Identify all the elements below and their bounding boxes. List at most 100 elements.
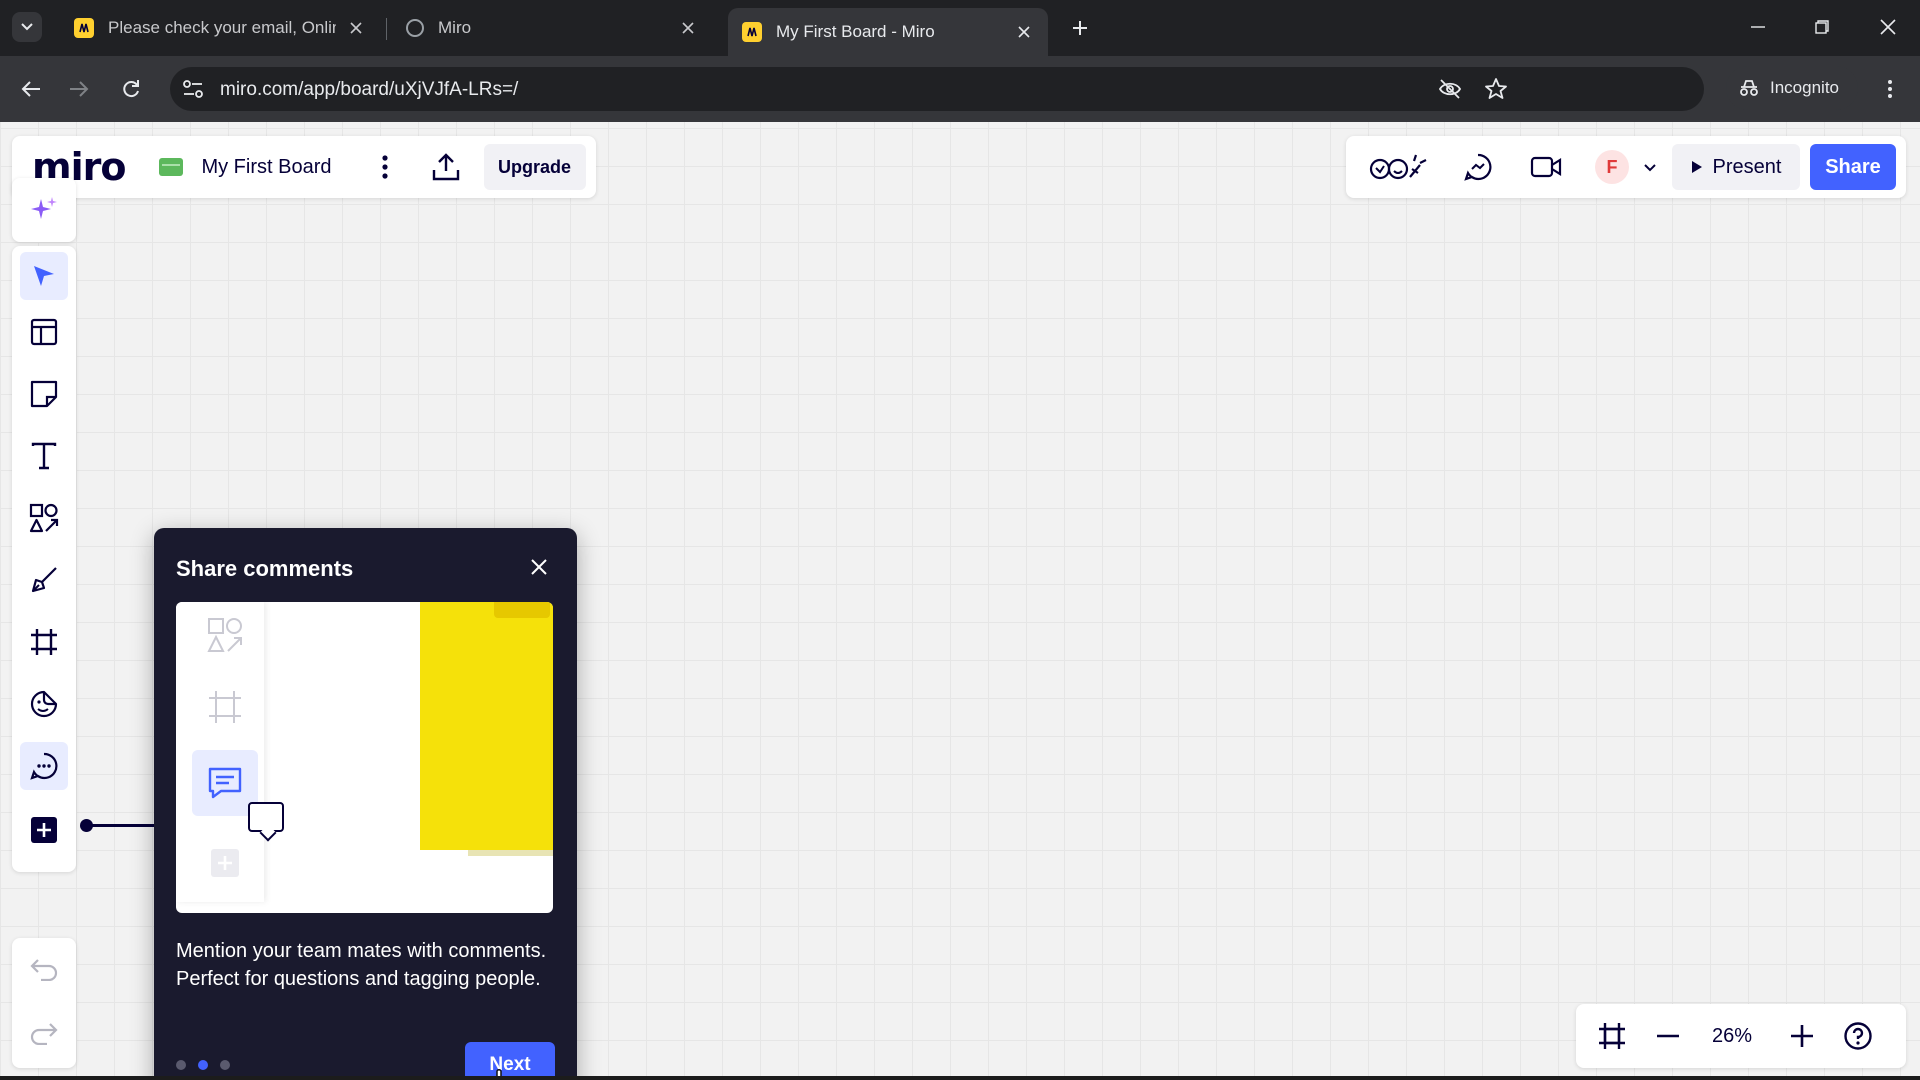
video-call-button[interactable] bbox=[1526, 147, 1566, 187]
tab-title: Please check your email, Online bbox=[108, 18, 336, 37]
browser-menu-button[interactable] bbox=[1878, 76, 1902, 102]
zoom-level[interactable]: 26% bbox=[1690, 1014, 1774, 1058]
browser-tab-2[interactable]: Miro bbox=[392, 8, 712, 48]
close-popover-button[interactable] bbox=[524, 552, 554, 582]
redo-icon bbox=[30, 1023, 58, 1045]
undo-icon bbox=[30, 959, 58, 981]
sparkle-icon bbox=[31, 197, 57, 219]
incognito-badge[interactable]: Incognito bbox=[1726, 66, 1858, 110]
tab-separator bbox=[386, 18, 387, 40]
close-tab-icon[interactable] bbox=[1014, 22, 1034, 42]
plus-icon bbox=[1791, 1025, 1813, 1047]
sticky-note-tool[interactable] bbox=[20, 370, 68, 418]
upgrade-button[interactable]: Upgrade bbox=[483, 144, 586, 190]
close-tab-icon[interactable] bbox=[678, 18, 698, 38]
eye-slash-icon[interactable] bbox=[1438, 78, 1462, 100]
minimize-button[interactable] bbox=[1738, 10, 1778, 44]
browser-tab-3[interactable]: My First Board - Miro bbox=[728, 8, 1048, 56]
restore-button[interactable] bbox=[1802, 10, 1842, 44]
restore-icon bbox=[1815, 20, 1829, 34]
frame-tool[interactable] bbox=[20, 618, 68, 666]
shapes-tool[interactable] bbox=[20, 494, 68, 542]
chevron-down-icon bbox=[1644, 163, 1656, 171]
ai-assist-button[interactable] bbox=[20, 186, 68, 234]
zoom-out-button[interactable] bbox=[1646, 1014, 1690, 1058]
frame-icon bbox=[192, 674, 258, 740]
tab-title: Miro bbox=[438, 18, 472, 37]
step-indicator bbox=[176, 1060, 230, 1070]
comment-bubble-icon bbox=[248, 802, 284, 832]
cursor-arrow-icon bbox=[34, 266, 54, 286]
tour-connector-line bbox=[80, 819, 156, 832]
step-dot-active bbox=[198, 1060, 208, 1070]
pen-tool[interactable] bbox=[20, 556, 68, 604]
board-name[interactable]: My First Board bbox=[201, 156, 331, 179]
zoom-in-button[interactable] bbox=[1780, 1014, 1824, 1058]
reload-button[interactable] bbox=[114, 72, 148, 106]
close-tab-icon[interactable] bbox=[346, 18, 366, 38]
redo-button[interactable] bbox=[20, 1010, 68, 1058]
address-bar[interactable]: miro.com/app/board/uXjVJfA-LRs=/ bbox=[170, 67, 1704, 111]
more-apps-tool[interactable] bbox=[20, 806, 68, 854]
miro-icon bbox=[742, 22, 762, 42]
more-vertical-icon bbox=[381, 155, 388, 179]
select-tool[interactable] bbox=[20, 252, 68, 300]
site-settings-icon[interactable] bbox=[182, 79, 204, 99]
template-icon bbox=[30, 318, 58, 346]
board-icon bbox=[159, 158, 184, 176]
plus-square-icon bbox=[31, 817, 57, 843]
browser-tab-1[interactable]: Please check your email, Online bbox=[60, 8, 380, 48]
popover-description: Mention your team mates with comments. P… bbox=[176, 940, 547, 990]
reactions-button[interactable] bbox=[1366, 147, 1430, 187]
templates-tool[interactable] bbox=[20, 308, 68, 356]
comment-icon bbox=[30, 752, 58, 780]
browser-toolbar: miro.com/app/board/uXjVJfA-LRs=/ Incogni… bbox=[0, 56, 1920, 122]
illustration-toolbar bbox=[176, 602, 264, 902]
avatar: F bbox=[1595, 150, 1629, 184]
incognito-label: Incognito bbox=[1770, 78, 1839, 97]
board-canvas[interactable]: miro My First Board Upgrade F Present Sh… bbox=[0, 122, 1920, 1080]
text-tool[interactable] bbox=[20, 432, 68, 480]
incognito-icon bbox=[1740, 80, 1758, 96]
share-button[interactable]: Share bbox=[1810, 144, 1896, 190]
miro-icon bbox=[74, 18, 94, 38]
chevron-down-icon bbox=[21, 23, 33, 31]
stickers-tool[interactable] bbox=[20, 680, 68, 728]
present-button[interactable]: Present bbox=[1672, 144, 1800, 190]
bookmark-star-icon[interactable] bbox=[1484, 77, 1508, 101]
text-icon bbox=[31, 442, 57, 470]
tab-title: My First Board - Miro bbox=[776, 22, 935, 41]
sticky-note-tab bbox=[494, 602, 550, 618]
arrow-right-icon bbox=[70, 81, 89, 97]
new-tab-button[interactable] bbox=[1066, 14, 1094, 42]
forward-button[interactable] bbox=[62, 72, 96, 106]
frame-icon bbox=[1599, 1023, 1625, 1049]
help-button[interactable] bbox=[1836, 1014, 1880, 1058]
undo-button[interactable] bbox=[20, 946, 68, 994]
collaborators-button[interactable]: F bbox=[1586, 147, 1666, 187]
upload-icon bbox=[432, 153, 459, 181]
video-camera-icon bbox=[1530, 156, 1562, 178]
tab-search-button[interactable] bbox=[12, 12, 42, 42]
help-circle-icon bbox=[1844, 1022, 1872, 1050]
step-dot bbox=[220, 1060, 230, 1070]
sticky-note-illustration bbox=[420, 602, 553, 850]
board-menu-button[interactable] bbox=[370, 147, 400, 187]
back-button[interactable] bbox=[14, 72, 48, 106]
reload-icon bbox=[123, 80, 139, 98]
sticky-note-shadow bbox=[468, 850, 553, 856]
minus-icon bbox=[1657, 1034, 1679, 1038]
close-window-button[interactable] bbox=[1868, 10, 1908, 44]
pen-icon bbox=[31, 567, 57, 593]
plus-square-icon bbox=[192, 830, 258, 896]
fit-to-screen-button[interactable] bbox=[1590, 1014, 1634, 1058]
chat-button[interactable] bbox=[1458, 147, 1498, 187]
shapes-icon bbox=[192, 602, 258, 668]
comment-tool[interactable] bbox=[20, 742, 68, 790]
play-icon bbox=[1691, 161, 1702, 173]
more-vertical-icon bbox=[1888, 80, 1892, 98]
chat-icon bbox=[1464, 153, 1492, 181]
export-button[interactable] bbox=[426, 147, 466, 187]
url-text[interactable]: miro.com/app/board/uXjVJfA-LRs=/ bbox=[220, 79, 518, 101]
globe-icon bbox=[406, 19, 424, 37]
